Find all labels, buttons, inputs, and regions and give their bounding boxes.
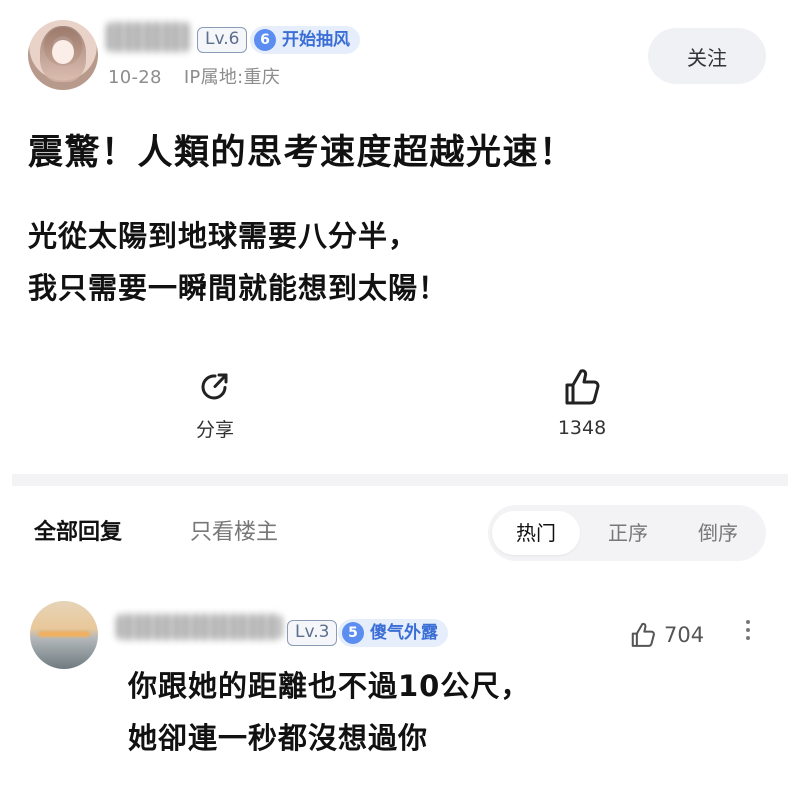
author-medal-badge: 6 开始抽风	[250, 26, 360, 54]
thumbs-up-icon	[565, 369, 600, 405]
thumbs-up-icon	[631, 622, 655, 647]
comment-like-button[interactable]: 704	[628, 620, 704, 650]
post-body-line: 光從太陽到地球需要八分半，	[28, 219, 419, 253]
medal-number: 6	[254, 29, 276, 51]
section-divider	[12, 474, 788, 486]
post-page: Lv.6 6 开始抽风 10-28 IP属地:重庆 关注 震驚！人類的思考速度超越…	[0, 0, 800, 800]
medal-label: 开始抽风	[282, 30, 350, 50]
sort-hot-option[interactable]: 热门	[492, 511, 580, 555]
medal-number: 5	[342, 622, 364, 644]
follow-button[interactable]: 关注	[648, 28, 766, 84]
sort-descending-option[interactable]: 倒序	[674, 511, 762, 555]
commenter-medal-badge: 5 傻气外露	[338, 619, 448, 647]
share-button[interactable]: 分享	[175, 367, 255, 442]
commenter-level-badge: Lv.3	[287, 620, 338, 646]
share-label: 分享	[195, 419, 234, 441]
comment-like-count: 704	[664, 623, 705, 647]
sort-ascending-option[interactable]: 正序	[584, 511, 672, 555]
author-avatar[interactable]	[28, 20, 98, 90]
commenter-avatar[interactable]	[30, 601, 98, 669]
author-name-blurred[interactable]	[106, 22, 190, 52]
avatar-face	[52, 40, 74, 64]
avatar-sunset	[38, 631, 90, 637]
post-title: 震驚！人類的思考速度超越光速！	[28, 133, 576, 173]
commenter-name-blurred[interactable]	[116, 614, 282, 640]
comment-text: 你跟她的距離也不過10公尺， 她卻連一秒都沒想過你	[128, 660, 530, 764]
post-date: 10-28	[108, 67, 162, 88]
tab-all-replies[interactable]: 全部回复	[34, 514, 122, 546]
post-body: 光從太陽到地球需要八分半， 我只需要一瞬間就能想到太陽！	[28, 210, 448, 314]
post-body-line: 我只需要一瞬間就能想到太陽！	[28, 271, 449, 305]
post-meta: 10-28 IP属地:重庆	[108, 63, 280, 89]
tab-op-only[interactable]: 只看楼主	[190, 514, 278, 546]
more-vertical-icon[interactable]	[740, 616, 756, 650]
like-button[interactable]: 1348	[542, 365, 622, 439]
comment-text-line: 她卻連一秒都沒想過你	[128, 721, 429, 755]
sort-toggle: 热门 正序 倒序	[488, 505, 766, 561]
post-ip-location: IP属地:重庆	[183, 67, 281, 88]
comment-text-line: 你跟她的距離也不過10公尺，	[128, 669, 531, 703]
like-count: 1348	[557, 417, 607, 439]
author-level-badge: Lv.6	[197, 27, 248, 53]
medal-label: 傻气外露	[370, 623, 438, 643]
share-icon	[201, 373, 228, 400]
